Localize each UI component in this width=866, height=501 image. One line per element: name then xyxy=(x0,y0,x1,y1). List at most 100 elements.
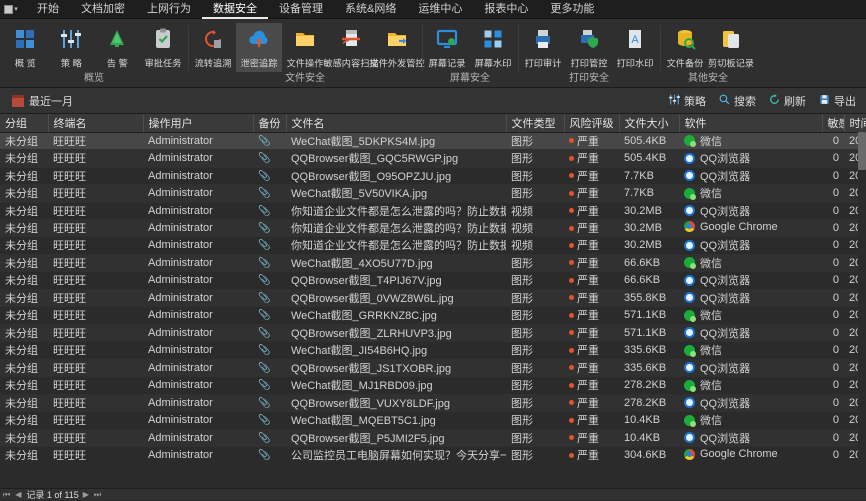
menu-item-7[interactable]: 报表中心 xyxy=(473,0,539,19)
attachment-icon[interactable]: 📎 xyxy=(253,307,286,325)
risk-dot-icon xyxy=(569,400,574,405)
nav-prev-icon[interactable]: ◀ xyxy=(15,490,22,499)
wechat-icon xyxy=(684,257,695,268)
filter-action-refresh[interactable]: 刷新 xyxy=(768,93,806,109)
table-row[interactable]: 未分组旺旺旺Administrator📎WeChat截图_4XO5U77D.jp… xyxy=(0,254,866,272)
table-row[interactable]: 未分组旺旺旺Administrator📎公司监控员工电脑屏幕如何实现？今天分享一… xyxy=(0,447,866,463)
date-range-filter[interactable]: 最近一月 xyxy=(12,93,73,109)
attachment-icon[interactable]: 📎 xyxy=(253,132,286,150)
attachment-icon[interactable]: 📎 xyxy=(253,150,286,168)
attachment-icon[interactable]: 📎 xyxy=(253,185,286,203)
table-row[interactable]: 未分组旺旺旺Administrator📎你知道企业文件都是怎么泄露的吗？防止数据… xyxy=(0,237,866,255)
menu-item-1[interactable]: 文档加密 xyxy=(70,0,136,19)
table-row[interactable]: 未分组旺旺旺Administrator📎QQBrowser截图_JS1TXOBR… xyxy=(0,359,866,377)
menu-item-4[interactable]: 设备管理 xyxy=(268,0,334,19)
ribbon-item-clipboard-check[interactable]: 审批任务 xyxy=(140,23,186,72)
ribbon-item-folder[interactable]: 文件操作 xyxy=(282,23,328,72)
scrollbar-thumb[interactable] xyxy=(858,132,866,170)
column-header-risk[interactable]: 风险评级 xyxy=(564,114,619,132)
table-row[interactable]: 未分组旺旺旺Administrator📎WeChat截图_MQEBT5C1.jp… xyxy=(0,412,866,430)
ribbon-item-sliders[interactable]: 策 略 xyxy=(48,23,94,72)
table-row[interactable]: 未分组旺旺旺Administrator📎WeChat截图_GRRKNZ8C.jp… xyxy=(0,307,866,325)
ribbon-item-printer-shield[interactable]: 打印管控 xyxy=(566,23,612,72)
attachment-icon[interactable]: 📎 xyxy=(253,254,286,272)
menu-item-8[interactable]: 更多功能 xyxy=(539,0,605,19)
app-menu-icon[interactable]: ▾ xyxy=(4,3,18,16)
nav-next-icon[interactable]: ▶ xyxy=(83,490,90,499)
attachment-icon[interactable]: 📎 xyxy=(253,237,286,255)
ribbon-item-database-search[interactable]: 文件备份 xyxy=(662,23,708,72)
attachment-icon[interactable]: 📎 xyxy=(253,429,286,447)
column-header-terminal[interactable]: 终端名 xyxy=(48,114,143,132)
column-header-filesize[interactable]: 文件大小 xyxy=(619,114,679,132)
table-row[interactable]: 未分组旺旺旺Administrator📎QQBrowser截图_O95OPZJU… xyxy=(0,167,866,185)
attachment-icon[interactable]: 📎 xyxy=(253,289,286,307)
attachment-icon[interactable]: 📎 xyxy=(253,220,286,237)
attachment-icon[interactable]: 📎 xyxy=(253,412,286,430)
table-row[interactable]: 未分组旺旺旺Administrator📎WeChat截图_JI54B6HQ.jp… xyxy=(0,342,866,360)
wechat-icon xyxy=(684,310,695,321)
cell-filesize: 505.4KB xyxy=(619,132,679,150)
ribbon-item-clipboard-copy[interactable]: 剪切板记录 xyxy=(708,23,754,72)
table-row[interactable]: 未分组旺旺旺Administrator📎WeChat截图_5V50VIKA.jp… xyxy=(0,185,866,203)
software-label: 微信 xyxy=(700,133,722,149)
ribbon-item-scan-document[interactable]: 敏感内容扫描 xyxy=(328,23,374,72)
column-header-time[interactable]: 时间▾ xyxy=(844,114,866,132)
ribbon-item-printer-audit[interactable]: 打印审计 xyxy=(520,23,566,72)
vertical-scrollbar[interactable] xyxy=(858,132,866,463)
ribbon-item-circular-flow[interactable]: 流转追溯 xyxy=(190,23,236,72)
cell-group: 未分组 xyxy=(0,307,48,325)
table-row[interactable]: 未分组旺旺旺Administrator📎WeChat截图_5DKPKS4M.jp… xyxy=(0,132,866,150)
ribbon-item-folder-share[interactable]: 文件外发管控 xyxy=(374,23,420,72)
column-header-filetype[interactable]: 文件类型 xyxy=(506,114,564,132)
column-header-group[interactable]: 分组 xyxy=(0,114,48,132)
ribbon-item-print-watermark[interactable]: A打印水印 xyxy=(612,23,658,72)
table-row[interactable]: 未分组旺旺旺Administrator📎WeChat截图_MJ1RBD09.jp… xyxy=(0,377,866,395)
attachment-icon[interactable]: 📎 xyxy=(253,447,286,463)
cell-user: Administrator xyxy=(143,254,253,272)
cell-filename: WeChat截图_MQEBT5C1.jpg xyxy=(286,412,506,430)
table-row[interactable]: 未分组旺旺旺Administrator📎你知道企业文件都是怎么泄露的吗？防止数据… xyxy=(0,202,866,220)
ribbon-item-monitor-record[interactable]: 屏幕记录 xyxy=(424,23,470,72)
attachment-icon[interactable]: 📎 xyxy=(253,167,286,185)
ribbon-item-watermark[interactable]: 屏幕水印 xyxy=(470,23,516,72)
filter-action-sliders[interactable]: 策略 xyxy=(668,93,706,109)
column-header-filename[interactable]: 文件名 xyxy=(286,114,506,132)
filter-action-search[interactable]: 搜索 xyxy=(718,93,756,109)
attachment-icon[interactable]: 📎 xyxy=(253,324,286,342)
ribbon-item-grid-tiles[interactable]: 概 览 xyxy=(2,23,48,72)
nav-last-icon[interactable]: ⏭ xyxy=(94,490,102,500)
nav-first-icon[interactable]: ⏮ xyxy=(3,490,11,500)
attachment-icon[interactable]: 📎 xyxy=(253,359,286,377)
ribbon-item-cloud-upload[interactable]: 泄密追踪 xyxy=(236,23,282,72)
column-header-sensitive_count[interactable]: 敏感次数 xyxy=(822,114,844,132)
attachment-icon[interactable]: 📎 xyxy=(253,394,286,412)
cell-filesize: 355.8KB xyxy=(619,289,679,307)
attachment-icon[interactable]: 📎 xyxy=(253,342,286,360)
menu-item-0[interactable]: 开始 xyxy=(26,0,70,19)
column-header-backup[interactable]: 备份 xyxy=(253,114,286,132)
table-row[interactable]: 未分组旺旺旺Administrator📎QQBrowser截图_GQC5RWGP… xyxy=(0,150,866,168)
refresh-icon xyxy=(768,93,781,109)
ribbon-item-bell[interactable]: 告 警 xyxy=(94,23,140,72)
attachment-icon[interactable]: 📎 xyxy=(253,272,286,290)
table-row[interactable]: 未分组旺旺旺Administrator📎QQBrowser截图_P5JMI2F5… xyxy=(0,429,866,447)
menu-item-2[interactable]: 上网行为 xyxy=(136,0,202,19)
table-row[interactable]: 未分组旺旺旺Administrator📎QQBrowser截图_VUXY8LDF… xyxy=(0,394,866,412)
cell-terminal: 旺旺旺 xyxy=(48,324,143,342)
column-header-software[interactable]: 软件 xyxy=(679,114,822,132)
column-header-user[interactable]: 操作用户 xyxy=(143,114,253,132)
attachment-icon[interactable]: 📎 xyxy=(253,377,286,395)
filter-action-export[interactable]: 导出 xyxy=(818,93,856,109)
menu-item-5[interactable]: 系统&网络 xyxy=(334,0,407,19)
ribbon-group-title: 屏幕安全 xyxy=(422,72,518,87)
cell-group: 未分组 xyxy=(0,185,48,203)
table-row[interactable]: 未分组旺旺旺Administrator📎你知道企业文件都是怎么泄露的吗？防止数据… xyxy=(0,220,866,237)
ribbon-group-0: 概 览策 略告 警审批任务概览 xyxy=(0,19,188,87)
attachment-icon[interactable]: 📎 xyxy=(253,202,286,220)
table-row[interactable]: 未分组旺旺旺Administrator📎QQBrowser截图_0VWZ8W6L… xyxy=(0,289,866,307)
table-row[interactable]: 未分组旺旺旺Administrator📎QQBrowser截图_T4PIJ67V… xyxy=(0,272,866,290)
menu-item-6[interactable]: 运维中心 xyxy=(407,0,473,19)
table-row[interactable]: 未分组旺旺旺Administrator📎QQBrowser截图_ZLRHUVP3… xyxy=(0,324,866,342)
menu-item-3[interactable]: 数据安全 xyxy=(202,0,268,19)
